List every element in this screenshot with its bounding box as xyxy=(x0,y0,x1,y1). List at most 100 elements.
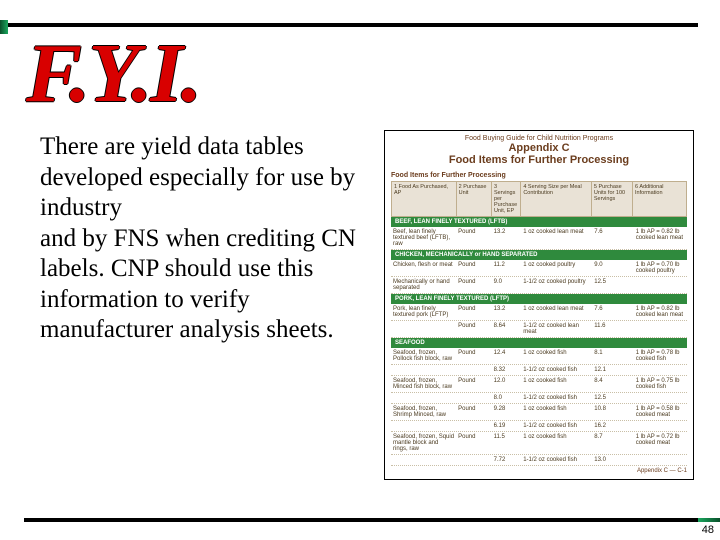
table-row: Chicken, flesh or meatPound11.21 oz cook… xyxy=(391,260,687,277)
cell: 1 oz cooked lean meat xyxy=(521,306,592,318)
cell xyxy=(634,279,687,291)
table-row: Seafood, frozen, Minced fish block, rawP… xyxy=(391,376,687,393)
cell: 1 lb AP = 0.58 lb cooked meat xyxy=(634,406,687,418)
accent-top xyxy=(0,20,8,34)
cell: Chicken, flesh or meat xyxy=(391,262,456,274)
cell: 1 lb AP = 0.78 lb cooked fish xyxy=(634,350,687,362)
table-row: Seafood, frozen, Pollock fish block, raw… xyxy=(391,348,687,365)
cell: 7.72 xyxy=(492,457,522,463)
cell: Seafood, frozen, Pollock fish block, raw xyxy=(391,350,456,362)
table-row: Mechanically or hand separatedPound9.01-… xyxy=(391,277,687,294)
cell: Seafood, frozen, Shrimp Minced, raw xyxy=(391,406,456,418)
cell xyxy=(391,395,456,401)
cell: 1 lb AP = 0.70 lb cooked poultry xyxy=(634,262,687,274)
cell: 1-1/2 oz cooked fish xyxy=(521,423,592,429)
cell: 7.6 xyxy=(592,306,633,318)
cell: Pound xyxy=(456,434,492,452)
cell: 9.28 xyxy=(492,406,522,418)
section-bar: CHICKEN, MECHANICALLY or HAND SEPARATED xyxy=(391,250,687,260)
cell xyxy=(634,367,687,373)
cell: 1 lb AP = 0.82 lb cooked lean meat xyxy=(634,229,687,247)
cell: 11.6 xyxy=(592,323,633,335)
page-number: 48 xyxy=(702,524,714,536)
cell: Pound xyxy=(456,229,492,247)
cell: 8.64 xyxy=(492,323,522,335)
fyi-heading: F.Y.I. xyxy=(26,32,200,116)
table-row: Seafood, frozen, Squid mantle block and … xyxy=(391,432,687,455)
cell: 16.2 xyxy=(592,423,633,429)
cell xyxy=(456,367,492,373)
cell: 11.2 xyxy=(492,262,522,274)
cell: 10.8 xyxy=(592,406,633,418)
table-row: Beef, lean finely textured beef (LFTB), … xyxy=(391,227,687,250)
table-row: Pork, lean finely textured pork (LFTP)Po… xyxy=(391,304,687,321)
figure-appendix-label: Appendix C xyxy=(391,142,687,154)
cell: Seafood, frozen, Minced fish block, raw xyxy=(391,378,456,390)
cell: 1-1/2 oz cooked lean meat xyxy=(521,323,592,335)
cell: Pound xyxy=(456,323,492,335)
col-5: 5 Purchase Units for 100 Servings xyxy=(592,182,633,216)
cell: 12.5 xyxy=(592,279,633,291)
table-row: 8.321-1/2 oz cooked fish12.1 xyxy=(391,365,687,376)
cell: 9.0 xyxy=(592,262,633,274)
cell: Pound xyxy=(456,279,492,291)
slide-footer-placeholder xyxy=(24,506,354,516)
cell: 12.5 xyxy=(592,395,633,401)
cell: 8.4 xyxy=(592,378,633,390)
figure-pretitle: Food Buying Guide for Child Nutrition Pr… xyxy=(391,135,687,142)
cell: 7.6 xyxy=(592,229,633,247)
cell: 11.5 xyxy=(492,434,522,452)
cell: 1-1/2 oz cooked fish xyxy=(521,457,592,463)
cell: 9.0 xyxy=(492,279,522,291)
figure-footer: Appendix C — C-1 xyxy=(391,468,687,474)
cell: 8.0 xyxy=(492,395,522,401)
cell: 1-1/2 oz cooked fish xyxy=(521,367,592,373)
cell: Seafood, frozen, Squid mantle block and … xyxy=(391,434,456,452)
cell: Pork, lean finely textured pork (LFTP) xyxy=(391,306,456,318)
cell: 6.19 xyxy=(492,423,522,429)
cell: 12.4 xyxy=(492,350,522,362)
col-6: 6 Additional Information xyxy=(633,182,686,216)
cell: Pound xyxy=(456,306,492,318)
table-row: 8.01-1/2 oz cooked fish12.5 xyxy=(391,393,687,404)
cell: 1 oz cooked fish xyxy=(521,406,592,418)
section-bar: PORK, LEAN FINELY TEXTURED (LFTP) xyxy=(391,294,687,304)
cell xyxy=(391,367,456,373)
cell xyxy=(634,423,687,429)
cell xyxy=(456,457,492,463)
figure-title: Food Items for Further Processing xyxy=(391,154,687,166)
cell: 1 lb AP = 0.82 lb cooked lean meat xyxy=(634,306,687,318)
rule-bottom xyxy=(24,518,698,522)
cell: Pound xyxy=(456,262,492,274)
cell xyxy=(634,457,687,463)
cell xyxy=(634,395,687,401)
cell: 1 lb AP = 0.72 lb cooked meat xyxy=(634,434,687,452)
accent-bottom xyxy=(698,518,720,522)
section-bar: BEEF, LEAN FINELY TEXTURED (LFTB) xyxy=(391,217,687,227)
cell: 13.0 xyxy=(592,457,633,463)
cell xyxy=(391,323,456,335)
cell: 1-1/2 oz cooked poultry xyxy=(521,279,592,291)
col-3: 3 Servings per Purchase Unit, EP xyxy=(492,182,521,216)
table-row: 7.721-1/2 oz cooked fish13.0 xyxy=(391,455,687,466)
body-text: There are yield data tables developed es… xyxy=(40,132,370,346)
table-row: Seafood, frozen, Shrimp Minced, rawPound… xyxy=(391,404,687,421)
cell: 8.7 xyxy=(592,434,633,452)
cell: Pound xyxy=(456,350,492,362)
cell: 1 oz cooked fish xyxy=(521,378,592,390)
figure-appendix-c: Food Buying Guide for Child Nutrition Pr… xyxy=(384,130,694,480)
cell: 1 lb AP = 0.75 lb cooked fish xyxy=(634,378,687,390)
cell: 1 oz cooked fish xyxy=(521,350,592,362)
cell: 12.1 xyxy=(592,367,633,373)
cell: 1 oz cooked fish xyxy=(521,434,592,452)
cell: Pound xyxy=(456,378,492,390)
cell xyxy=(456,423,492,429)
cell: 13.2 xyxy=(492,306,522,318)
col-4: 4 Serving Size per Meal Contribution xyxy=(521,182,592,216)
section-bar: SEAFOOD xyxy=(391,338,687,348)
table-row: Pound8.641-1/2 oz cooked lean meat11.6 xyxy=(391,321,687,338)
col-2: 2 Purchase Unit xyxy=(457,182,492,216)
cell xyxy=(456,395,492,401)
figure-subhead: Food Items for Further Processing xyxy=(391,172,687,179)
cell: 1 oz cooked lean meat xyxy=(521,229,592,247)
